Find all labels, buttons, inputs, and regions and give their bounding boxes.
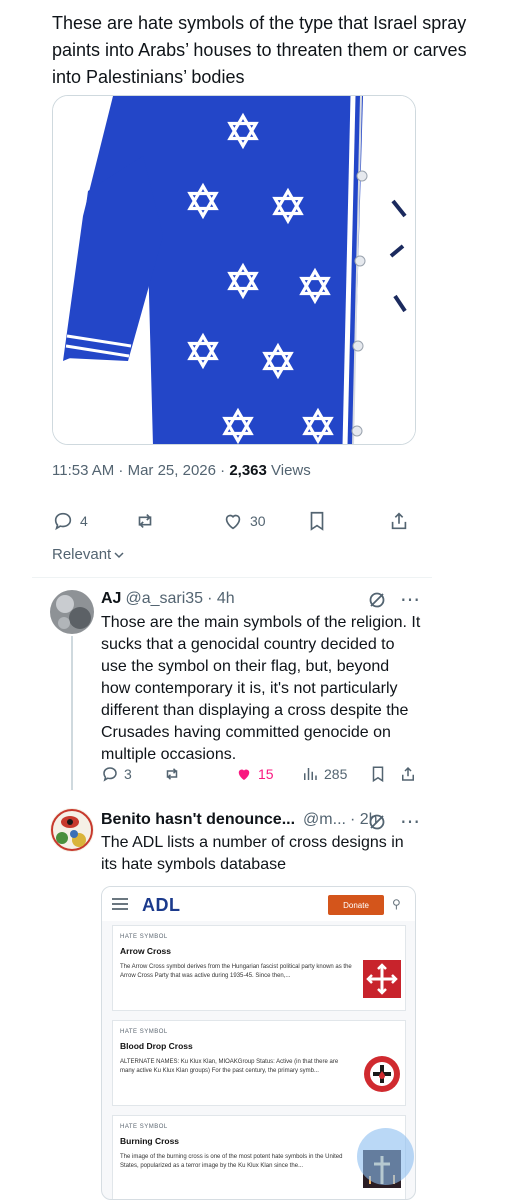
card-description: ALTERNATE NAMES: Ku Klux Klan, MIOAKGrou… xyxy=(120,1059,339,1074)
share-button[interactable] xyxy=(388,510,410,532)
grok-icon[interactable] xyxy=(368,591,386,609)
heart-filled-icon xyxy=(238,769,250,780)
views-label: Views xyxy=(266,462,311,479)
heart-icon xyxy=(225,514,241,530)
card-kicker: HATE SYMBOL xyxy=(120,1029,168,1035)
reply-text: The ADL lists a number of cross designs … xyxy=(101,834,404,873)
avatar[interactable] xyxy=(50,808,94,852)
hate-symbol-card: HATE SYMBOL Arrow Cross The Arrow Cross … xyxy=(112,925,406,1011)
views-count: 285 xyxy=(324,766,348,782)
divider xyxy=(32,577,432,578)
donate-button: Donate xyxy=(328,895,384,915)
hate-symbol-card: HATE SYMBOL Blood Drop Cross ALTERNATE N… xyxy=(112,1020,406,1106)
card-title: Burning Cross xyxy=(120,1136,180,1146)
like-count: 15 xyxy=(258,766,274,782)
reply-header-icons: ⋯ xyxy=(368,809,420,834)
reply-header-icons: ⋯ xyxy=(368,587,420,612)
tweet-media-image[interactable] xyxy=(52,95,416,445)
thread-line xyxy=(71,636,73,790)
author-name[interactable]: AJ xyxy=(101,590,121,608)
grok-icon[interactable] xyxy=(368,813,386,831)
jersey-image xyxy=(53,96,415,444)
share-icon xyxy=(402,766,414,781)
adl-header: ADL Donate ⚲ xyxy=(102,887,415,921)
reply-header: Benito hasn't denounce... @m... · 2h xyxy=(101,811,378,829)
bookmark-button[interactable] xyxy=(369,765,387,783)
author-handle[interactable]: @m... xyxy=(303,811,346,829)
reply-button[interactable]: 4 xyxy=(52,510,88,532)
reply-count: 4 xyxy=(80,513,88,529)
card-kicker: HATE SYMBOL xyxy=(120,934,168,940)
tweet-timestamp[interactable]: 11:53 AM · Mar 25, 2026 · xyxy=(52,462,229,479)
blood-drop-cross-image xyxy=(364,1056,400,1092)
views-button[interactable]: 285 xyxy=(301,765,347,783)
more-options-icon[interactable]: ⋯ xyxy=(400,809,420,834)
card-title: Arrow Cross xyxy=(120,946,172,956)
arrow-cross-image xyxy=(363,960,401,998)
tweet-text: These are hate symbols of the type that … xyxy=(52,13,467,87)
like-button[interactable]: 15 xyxy=(235,765,274,783)
share-button[interactable] xyxy=(399,765,417,783)
bookmark-icon xyxy=(372,766,384,783)
reply-count: 3 xyxy=(124,766,132,782)
card-description: The Arrow Cross symbol derives from the … xyxy=(120,964,352,979)
reply-actions: 3 15 285 xyxy=(101,765,421,789)
share-icon xyxy=(391,512,407,530)
author-name[interactable]: Benito hasn't denounce... xyxy=(101,811,295,829)
analytics-icon xyxy=(304,768,317,780)
like-button[interactable]: 30 xyxy=(222,510,266,532)
repost-icon xyxy=(166,768,178,780)
repost-button[interactable] xyxy=(163,765,181,783)
bookmark-button[interactable] xyxy=(306,510,328,532)
card-title: Blood Drop Cross xyxy=(120,1041,193,1051)
adl-logo: ADL xyxy=(142,895,181,915)
bookmark-icon xyxy=(310,511,324,531)
hamburger-menu-icon xyxy=(112,898,128,910)
tweet-meta: 11:53 AM · Mar 25, 2026 · 2,363 Views xyxy=(52,462,311,479)
reply-button[interactable]: 3 xyxy=(101,765,132,783)
more-options-icon[interactable]: ⋯ xyxy=(400,587,420,612)
repost-icon xyxy=(138,513,152,529)
reply-text: Those are the main symbols of the religi… xyxy=(101,614,421,763)
reply-icon xyxy=(103,767,117,782)
tweet-actions: 4 30 xyxy=(52,510,412,538)
avatar[interactable] xyxy=(50,590,94,634)
card-kicker: HATE SYMBOL xyxy=(120,1124,168,1130)
avatar-image xyxy=(50,808,94,852)
author-handle[interactable]: @a_sari35 xyxy=(125,590,203,608)
card-description: The image of the burning cross is one of… xyxy=(120,1154,343,1169)
repost-button[interactable] xyxy=(134,510,156,532)
sort-label: Relevant xyxy=(52,546,112,563)
like-count: 30 xyxy=(250,513,266,529)
reply-time[interactable]: · 4h xyxy=(207,590,235,608)
views-count: 2,363 xyxy=(229,462,267,479)
chevron-down-icon xyxy=(114,551,124,558)
search-icon: ⚲ xyxy=(392,897,401,911)
reply-header: AJ @a_sari35 · 4h xyxy=(101,590,235,608)
reply-icon xyxy=(54,512,72,531)
floating-action-button[interactable] xyxy=(357,1128,414,1185)
sort-replies-dropdown[interactable]: Relevant xyxy=(52,546,125,563)
avatar-image xyxy=(50,590,94,634)
